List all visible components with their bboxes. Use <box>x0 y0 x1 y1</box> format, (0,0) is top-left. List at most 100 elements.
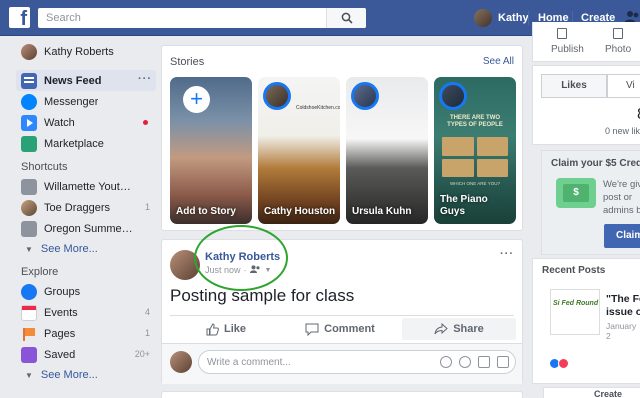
sidebar-item-groups[interactable]: Groups <box>16 281 156 302</box>
claim-credit-title: Claim your $5 Credi <box>551 158 640 169</box>
sidebar-profile-name: Kathy Roberts <box>44 46 114 58</box>
photo-button[interactable]: Photo <box>605 44 631 55</box>
search-button[interactable] <box>326 8 366 28</box>
post-options-icon[interactable]: ··· <box>500 248 514 260</box>
saved-count: 20+ <box>134 349 150 359</box>
sidebar-item-marketplace[interactable]: Marketplace <box>16 133 156 154</box>
tab-likes[interactable]: Likes <box>541 74 607 98</box>
thumbs-up-icon <box>206 322 219 335</box>
sidebar-item-label: News Feed <box>44 74 102 87</box>
sidebar-item-saved[interactable]: Saved 20+ <box>16 344 156 365</box>
see-more-explore-link[interactable]: ▼ See More... <box>16 365 156 385</box>
create-button[interactable]: Create <box>543 387 640 398</box>
ad-credit-panel: Claim your $5 Credi $ We're giv a post o… <box>541 150 640 255</box>
chevron-down-icon: ▼ <box>25 244 33 254</box>
sidebar-item-label: Saved <box>44 348 76 361</box>
recent-posts-heading: Recent Posts <box>542 265 606 276</box>
shortcut-item[interactable]: Willamette Youth C... <box>16 176 156 197</box>
recent-post-thumbnail[interactable]: Si Fed Round <box>550 289 600 335</box>
recent-posts-panel: Recent Posts Si Fed Round "The Fe issue … <box>532 258 640 384</box>
page-likes-panel: Likes Vi 8 0 new lik <box>532 65 640 145</box>
emoji-icon[interactable] <box>440 356 452 368</box>
plus-icon: + <box>183 86 210 113</box>
story-card[interactable]: Ursula Kuhn <box>346 77 428 224</box>
share-button[interactable]: Share <box>402 318 516 340</box>
profile-name: Kathy <box>498 12 529 24</box>
story-name: Add to Story <box>176 206 236 217</box>
tab-visits[interactable]: Vi <box>607 74 640 98</box>
story-snippet: ColdshoeKitchen.com <box>296 105 340 111</box>
sidebar-item-label: Marketplace <box>44 137 104 150</box>
camera-icon[interactable] <box>459 356 471 368</box>
search-box <box>38 8 366 28</box>
story-banner: THERE ARE TWO TYPES OF PEOPLE <box>447 115 503 128</box>
notification-dot <box>143 120 148 125</box>
sticker-icon[interactable] <box>497 356 509 368</box>
avatar <box>170 351 192 373</box>
avatar <box>263 82 291 110</box>
sidebar-item-label: Pages <box>44 327 76 340</box>
sidebar-item-watch[interactable]: Watch <box>16 112 156 133</box>
post-text: Posting sample for class <box>170 286 355 305</box>
left-sidebar: Kathy Roberts News Feed ··· Messenger Wa… <box>16 40 156 385</box>
sidebar-item-pages[interactable]: Pages 1 <box>16 323 156 344</box>
pages-count: 1 <box>144 328 150 338</box>
money-card-icon: $ <box>556 178 596 208</box>
shortcut-item[interactable]: Oregon Summer F... <box>16 218 156 239</box>
profile-link[interactable]: Kathy <box>474 9 529 27</box>
publish-button[interactable]: Publish <box>551 44 584 55</box>
sidebar-item-label: Messenger <box>44 95 99 108</box>
avatar <box>351 82 379 110</box>
story-name: Ursula Kuhn <box>352 206 412 217</box>
see-more-label: See More... <box>40 243 98 255</box>
new-likes-text: 0 new lik <box>605 126 640 136</box>
search-input[interactable] <box>38 8 328 28</box>
publish-icon <box>557 28 567 39</box>
claim-credit-text: We're giv a post or admins b <box>603 179 640 216</box>
calendar-icon <box>21 304 37 321</box>
bookmark-icon <box>21 346 37 363</box>
shortcut-label: Oregon Summer F... <box>44 222 136 235</box>
story-name: The Piano Guys <box>440 194 488 217</box>
story-name: Cathy Houston <box>264 206 336 217</box>
flag-icon <box>21 326 37 342</box>
like-button[interactable]: Like <box>170 318 282 340</box>
reaction-icons <box>549 358 569 369</box>
sidebar-item-news-feed[interactable]: News Feed ··· <box>16 70 156 91</box>
comment-input[interactable] <box>199 351 419 373</box>
comment-tools <box>440 356 509 368</box>
story-question: WHICH ONE ARE YOU? <box>450 181 500 186</box>
annotation-circle <box>194 225 288 291</box>
recent-post-title[interactable]: "The Fe issue o <box>606 293 640 319</box>
sidebar-item-label: Watch <box>44 116 75 129</box>
sidebar-item-events[interactable]: Events 4 <box>16 302 156 323</box>
story-card[interactable]: ColdshoeKitchen.com Cathy Houston <box>258 77 340 224</box>
avatar <box>474 9 492 27</box>
comment-bubble-icon <box>305 323 319 336</box>
groups-icon <box>21 283 37 300</box>
photo-icon <box>613 28 623 39</box>
gif-icon[interactable] <box>478 356 490 368</box>
see-more-shortcuts-link[interactable]: ▼ See More... <box>16 239 156 259</box>
sidebar-item-messenger[interactable]: Messenger <box>16 91 156 112</box>
share-arrow-icon <box>434 323 448 335</box>
recent-post-date: January 2 <box>606 321 637 341</box>
events-count: 4 <box>144 307 150 317</box>
shortcuts-heading: Shortcuts <box>21 161 68 173</box>
stories-panel: Stories See All + Add to Story ColdshoeK… <box>161 45 523 231</box>
shortcut-item[interactable]: Toe Draggers 1 <box>16 197 156 218</box>
story-card-add[interactable]: + Add to Story <box>170 77 252 224</box>
recent-post-logo: Si Fed Round <box>553 300 599 307</box>
comment-button[interactable]: Comment <box>284 318 396 340</box>
story-card[interactable]: THERE ARE TWO TYPES OF PEOPLE WHICH ONE … <box>434 77 516 224</box>
sidebar-profile[interactable]: Kathy Roberts <box>16 40 156 64</box>
share-label: Share <box>453 323 484 335</box>
stories-heading: Stories <box>170 56 205 68</box>
comment-label: Comment <box>324 323 375 335</box>
see-all-stories-link[interactable]: See All <box>483 56 514 67</box>
claim-button[interactable]: Claim <box>604 224 640 248</box>
more-options-icon[interactable]: ··· <box>138 73 152 85</box>
divider <box>170 315 514 316</box>
see-more-label: See More... <box>40 369 98 381</box>
facebook-logo[interactable]: f <box>9 7 30 28</box>
